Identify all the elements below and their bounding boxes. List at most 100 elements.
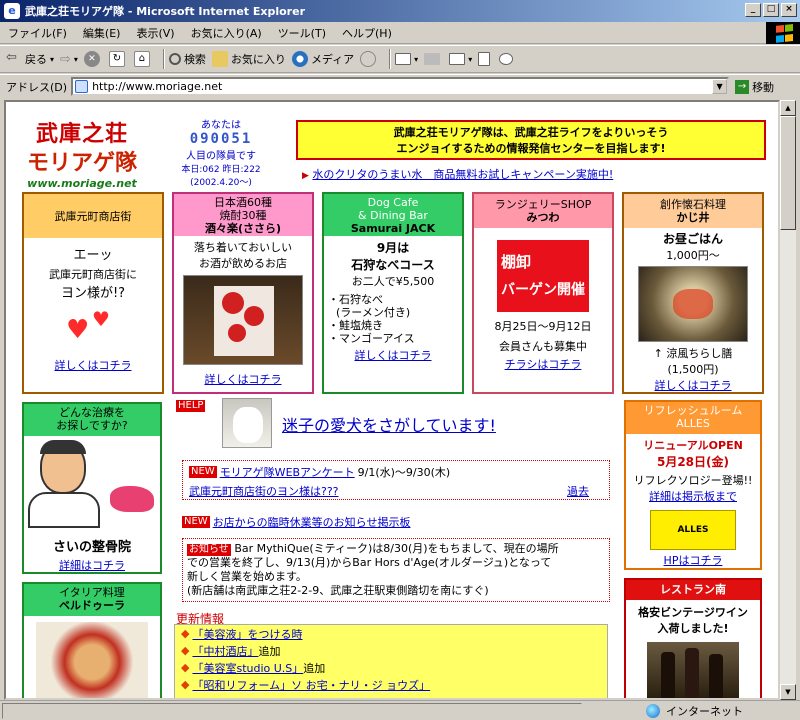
stop-button[interactable]: ✕ xyxy=(83,51,103,67)
alles-head2: ALLES xyxy=(676,417,710,430)
address-input[interactable]: http://www.moriage.net ▼ xyxy=(71,77,730,96)
survey-date: 9/1(水)〜9/30(木) xyxy=(357,466,451,479)
scroll-thumb[interactable] xyxy=(780,116,796,230)
media-button[interactable]: メディア xyxy=(291,51,355,67)
help-badge: HELP xyxy=(176,400,206,412)
menu-view[interactable]: 表示(V) xyxy=(128,25,182,41)
logo-line1: 武庫之荘 xyxy=(35,121,128,147)
print-button[interactable] xyxy=(424,53,443,65)
new-badge: NEW xyxy=(182,516,210,528)
discuss-icon xyxy=(478,52,491,66)
seikotsu-link[interactable]: 詳細はコチラ xyxy=(24,557,160,573)
update-item[interactable]: ◆ 「中村酒店」 追加 xyxy=(175,642,607,659)
messenger-button[interactable] xyxy=(499,53,516,65)
card5-line4: (1,500円) xyxy=(667,363,719,376)
card1-link[interactable]: 詳しくはコチラ xyxy=(24,357,162,373)
hearts-icon: ♥ ♥ xyxy=(66,307,110,345)
card5-link[interactable]: 詳しくはコチラ xyxy=(624,377,762,393)
go-button[interactable]: → 移動 xyxy=(735,79,774,95)
update-rest: 追加 xyxy=(303,661,326,675)
menu-file[interactable]: ファイル(F) xyxy=(0,25,75,41)
card-sasara: 日本酒60種 焼酎30種 酒々楽(ささら) 落ち着いておいしい お酒が飲めるお店… xyxy=(172,192,314,394)
counter-you-are: あなたは xyxy=(201,120,241,131)
help-section: HELP xyxy=(176,398,206,412)
refresh-button[interactable]: ↻ xyxy=(108,51,128,67)
lost-dog-link[interactable]: 迷子の愛犬をさがしています! xyxy=(282,412,496,436)
favorites-button[interactable]: お気に入り xyxy=(211,51,286,67)
menu-help[interactable]: ヘルプ(H) xyxy=(334,25,400,41)
address-dropdown-button[interactable]: ▼ xyxy=(712,79,728,94)
card3-item: ・石狩なべ xyxy=(328,293,383,306)
menu-edit[interactable]: 編集(E) xyxy=(75,25,129,41)
card2-head1: 日本酒60種 xyxy=(214,195,272,209)
kajii-food-photo xyxy=(638,266,748,342)
survey-box: NEW モリアゲ隊WEBアンケート 9/1(水)〜9/30(木) 武庫元町商店街… xyxy=(182,460,610,500)
visitor-counter: あなたは 090051 人目の隊員です 本日:062 昨日:222 (2002.… xyxy=(156,116,286,188)
card2-link[interactable]: 詳しくはコチラ xyxy=(174,371,312,387)
update-item[interactable]: ◆ 「昭和リフォーム」ソ お宅・ナリ・ジ ョウズ」 xyxy=(175,676,607,693)
card1-line3: ヨン様が!? xyxy=(60,286,126,301)
address-label: アドレス(D) xyxy=(6,80,68,94)
mail-button[interactable]: ▾ xyxy=(395,53,418,65)
doctor-illustration xyxy=(24,436,160,532)
favorites-icon xyxy=(211,51,228,67)
card-mitsuwa: ランジェリーSHOP みつわ 棚卸 バーゲン開催 8月25日〜9月12日 会員さ… xyxy=(472,192,614,394)
survey2-link[interactable]: 武庫元町商店街のヨン様は??? xyxy=(189,483,339,499)
seikotsu-head: どんな治療を お探しですか? xyxy=(24,404,160,436)
alles-board-link[interactable]: 詳細は掲示板まで xyxy=(626,488,760,504)
scroll-up-button[interactable]: ▲ xyxy=(780,100,796,116)
minimize-button[interactable]: _ xyxy=(745,3,761,17)
search-button[interactable]: 検索 xyxy=(168,51,206,67)
forward-button[interactable]: ⇨ ▾ xyxy=(60,52,78,67)
alles-hp-link[interactable]: HPはコチラ xyxy=(626,552,760,568)
alles-head: リフレッシュルーム ALLES xyxy=(626,402,760,434)
vertical-scrollbar[interactable]: ▲ ▼ xyxy=(780,100,796,700)
update-item[interactable]: ◆ 「美容室studio U.S」 追加 xyxy=(175,659,607,676)
close-button[interactable]: × xyxy=(781,3,797,17)
status-bar: インターネット xyxy=(0,700,800,720)
home-icon: ⌂ xyxy=(133,51,150,67)
card5-head1: 創作懐石料理 xyxy=(660,198,726,211)
maximize-button[interactable]: □ xyxy=(763,3,779,17)
card3-link[interactable]: 詳しくはコチラ xyxy=(324,347,462,363)
card-samurai-jack: Dog Cafe & Dining Bar Samurai JACK 9月は 石… xyxy=(322,192,464,394)
edit-button[interactable]: ▾ xyxy=(449,53,472,65)
address-bar: アドレス(D) http://www.moriage.net ▼ → 移動 xyxy=(0,74,800,98)
survey-link[interactable]: モリアゲ隊WEBアンケート xyxy=(220,464,355,480)
notice-board: NEW お店からの臨時休業等のお知らせ掲示板 xyxy=(182,514,410,530)
card-saino-seikotsu: どんな治療を お探しですか? さいの整骨院 詳細はコチラ xyxy=(22,402,162,574)
campaign-link[interactable]: ▶ 水のクリタのうまい水 商品無料お試しキャンペーン実施中! xyxy=(302,166,613,182)
oshirase-line2: での営業を終了し、9/13(月)からBar Hors d'Age(オルダージュ)… xyxy=(187,556,552,569)
arrow-right-icon: ▶ xyxy=(302,171,309,181)
logo-url: www.moriage.net xyxy=(27,177,137,190)
alles-date: 5月28日(金) xyxy=(656,455,730,469)
rest-head: レストラン南 xyxy=(626,580,760,600)
sale-line2: バーゲン開催 xyxy=(501,282,585,298)
card-verdura: イタリア料理 ベルドゥーラ xyxy=(22,582,162,698)
back-button[interactable]: ⇦ 戻る ▾ xyxy=(6,51,54,67)
card4-head1: ランジェリーSHOP xyxy=(494,198,592,211)
card-kajii: 創作懐石料理 かじ井 お昼ごはん 1,000円〜 ↑ 涼風ちらし膳 (1,500… xyxy=(622,192,764,394)
past-link[interactable]: 過去 xyxy=(567,483,589,499)
card4-link[interactable]: チラシはコチラ xyxy=(474,356,612,372)
wine-photo xyxy=(647,642,739,698)
zone-label: インターネット xyxy=(666,705,743,718)
discuss-button[interactable] xyxy=(478,52,493,66)
media-label: メディア xyxy=(310,53,355,66)
card2-head3: 酒々楽(ささら) xyxy=(204,221,282,235)
history-button[interactable] xyxy=(360,51,379,67)
scroll-down-button[interactable]: ▼ xyxy=(780,684,796,700)
card3-line3: お二人で¥5,500 xyxy=(351,275,435,288)
go-arrow-icon: → xyxy=(735,79,750,94)
home-button[interactable]: ⌂ xyxy=(133,51,153,67)
card-alles: リフレッシュルーム ALLES リニューアルOPEN 5月28日(金) リフレク… xyxy=(624,400,762,570)
back-arrow-icon: ⇦ xyxy=(6,51,22,67)
update-item[interactable]: ◆ 「美容液」をつける時 xyxy=(175,625,607,642)
oshirase-badge: お知らせ xyxy=(187,544,231,556)
dog-photo xyxy=(222,398,272,448)
menu-tools[interactable]: ツール(T) xyxy=(270,25,334,41)
menu-favorites[interactable]: お気に入り(A) xyxy=(183,25,270,41)
notice-link[interactable]: お店からの臨時休業等のお知らせ掲示板 xyxy=(213,514,411,530)
site-logo[interactable]: 武庫之荘 モリアゲ隊 www.moriage.net xyxy=(20,116,144,190)
card3-item: ・鮭塩焼き xyxy=(328,319,383,332)
